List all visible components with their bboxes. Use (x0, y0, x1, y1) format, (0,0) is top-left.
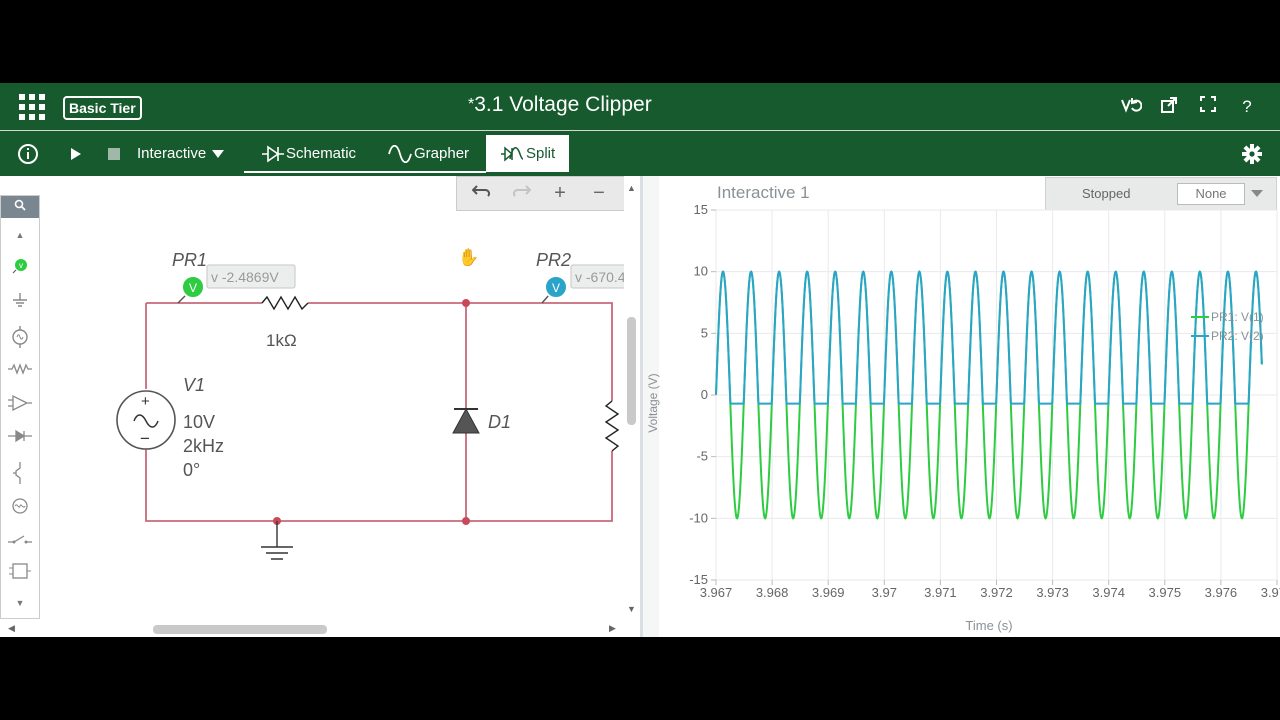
probe2-reading: v -670.4 (575, 269, 626, 285)
x-tick-label: 3.975 (1149, 585, 1182, 600)
share-view-icon[interactable] (1120, 96, 1143, 118)
diode-label: D1 (488, 412, 511, 432)
y-axis-label: Voltage (V) (646, 373, 660, 432)
undo-icon[interactable] (470, 182, 494, 204)
edit-toolbar: + − (456, 176, 626, 211)
svg-text:+: + (141, 393, 150, 410)
gear-icon[interactable] (1241, 143, 1263, 165)
x-tick-label: 3.974 (1092, 585, 1125, 600)
fullscreen-icon[interactable] (1197, 96, 1219, 118)
y-tick-label: 0 (701, 387, 708, 402)
x-axis-label: Time (s) (965, 618, 1012, 633)
source-name: V1 (183, 375, 205, 395)
scroll-up-arrow-icon[interactable]: ▲ (627, 183, 636, 193)
ac-source-v1[interactable]: + − (116, 390, 176, 450)
source-voltage: 10V (183, 412, 215, 432)
probe1-name: PR1 (172, 250, 207, 270)
probe2-name: PR2 (536, 250, 571, 270)
circuit-diagram: 1kΩ D1 + − V1 10V 2kHz 0° PR1 V v -2.486… (116, 250, 632, 560)
svg-text:−: − (140, 429, 150, 448)
x-tick-label: 3.973 (1036, 585, 1069, 600)
ground-symbol[interactable] (261, 521, 293, 560)
source-frequency: 2kHz (183, 436, 224, 456)
voltage-chart[interactable]: 3.967 3.968 3.969 3.97 3.971 3.972 3.973 3.974 3… (643, 176, 1280, 637)
legend-label: PR2: V(2) (1211, 329, 1264, 343)
x-tick-label: 3.972 (980, 585, 1013, 600)
resistor-value: 1kΩ (266, 331, 297, 350)
probe1-badge: V (189, 281, 197, 295)
legend-label: PR1: V(1) (1211, 310, 1264, 324)
probe1-reading: v -2.4869V (211, 269, 279, 285)
y-tick-label: 5 (701, 325, 708, 340)
resistor-load[interactable] (604, 400, 620, 452)
vertical-scroll-thumb[interactable] (627, 317, 636, 425)
scroll-right-arrow-icon[interactable]: ▶ (609, 623, 616, 634)
help-icon[interactable]: ? (1236, 96, 1258, 118)
x-tick-label: 3.97 (872, 585, 897, 600)
x-tick-label: 3.967 (700, 585, 733, 600)
resistor-r1[interactable] (261, 295, 309, 311)
y-tick-label: -15 (689, 572, 708, 587)
y-tick-label: -10 (689, 510, 708, 525)
probe2-badge: V (552, 281, 560, 295)
app-window: Basic Tier *3.1 Voltage Clipper ? Intera… (0, 83, 1280, 637)
scroll-down-arrow-icon[interactable]: ▼ (627, 604, 636, 614)
x-tick-label: 3.976 (1205, 585, 1238, 600)
x-tick-label: 3.969 (812, 585, 845, 600)
x-tick-label: 3.971 (924, 585, 957, 600)
zoom-in-icon[interactable]: + (548, 182, 572, 204)
horizontal-scroll-thumb[interactable] (153, 625, 327, 634)
external-link-icon[interactable] (1158, 96, 1180, 118)
circuit-wires (145, 302, 613, 522)
x-tick-label: 3.977 (1261, 585, 1280, 600)
x-tick-label: 3.968 (756, 585, 789, 600)
scroll-left-arrow-icon[interactable]: ◀ (8, 623, 15, 634)
y-tick-label: -5 (696, 449, 708, 464)
y-tick-label: 10 (694, 264, 708, 279)
diode-d1[interactable] (452, 303, 480, 521)
zoom-out-icon[interactable]: − (587, 182, 611, 204)
source-phase: 0° (183, 460, 200, 480)
hand-cursor-icon: ✋ (458, 248, 480, 267)
y-tick-label: 15 (694, 202, 708, 217)
redo-icon[interactable] (509, 182, 533, 204)
